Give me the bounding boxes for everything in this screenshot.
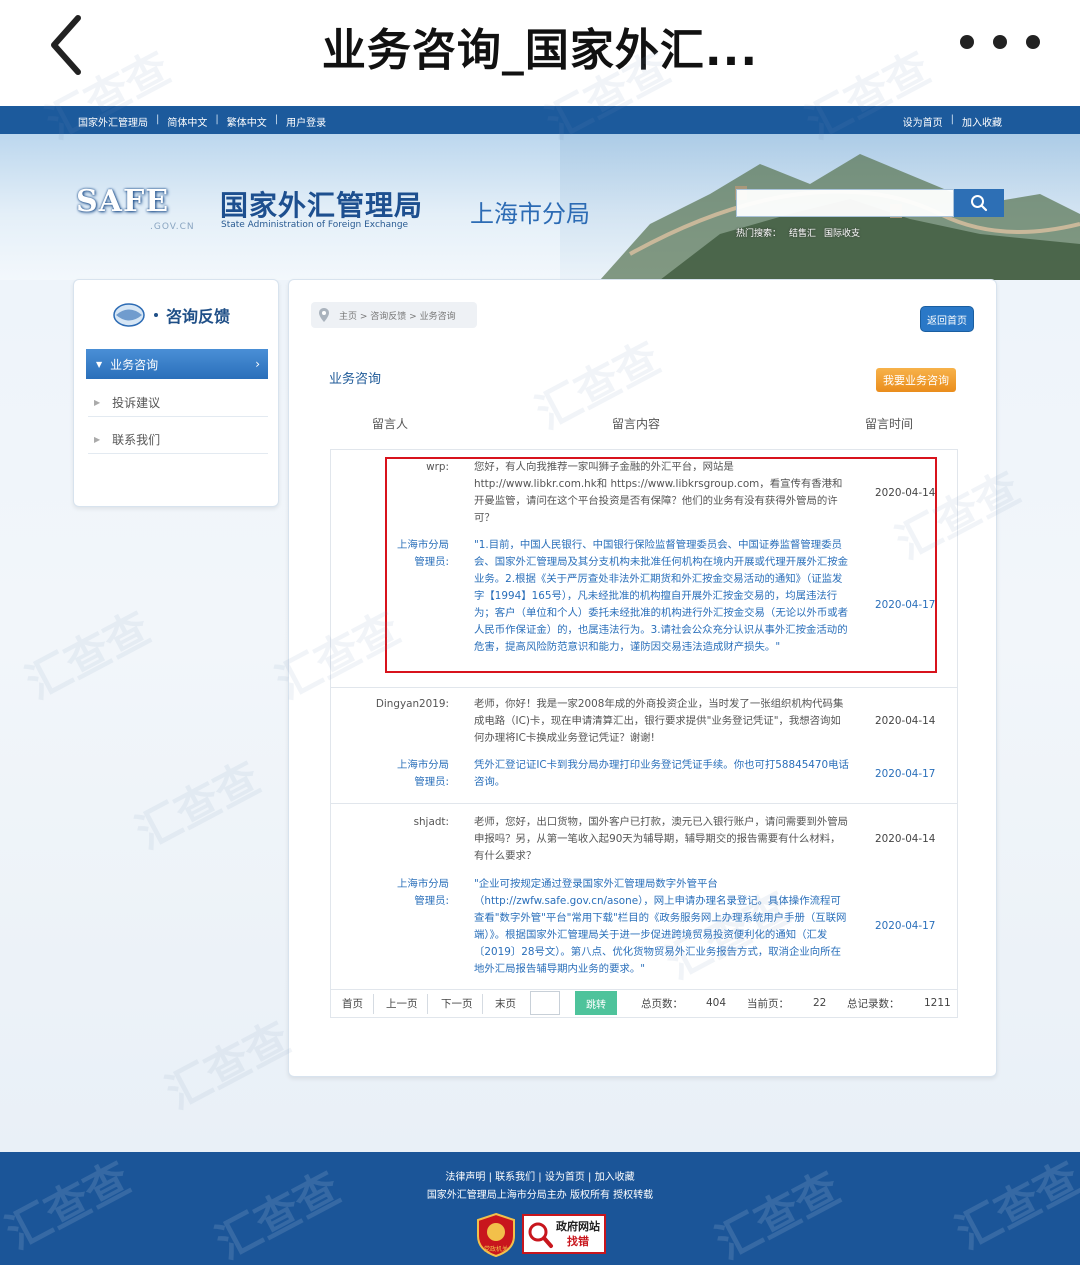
sidebar-item-consult[interactable]: ▼ 业务咨询 › [86, 349, 268, 379]
breadcrumb-home[interactable]: 主页 [339, 312, 357, 322]
message-question: 老师，你好！我是一家2008年成的外商投资企业，当时发了一张组织机构代码集成电路… [474, 698, 844, 744]
site-topbar: 国家外汇管理局 | 简体中文 | 繁体中文 | 用户登录 设为首页 | 加入收藏 [0, 106, 1080, 134]
topbar-link-traditional[interactable]: 繁体中文 [227, 114, 267, 129]
message-question: 您好，有人向我推荐一家叫狮子金融的外汇平台，网站是http://www.libk… [474, 461, 843, 524]
pager-first-button[interactable]: 首页 [342, 990, 363, 1016]
sidebar-item-contact[interactable]: ▶ 联系我们 [88, 426, 268, 454]
org-name: 国家外汇管理局 [220, 189, 424, 222]
message-admin: 上海市分局管理员: [397, 539, 449, 568]
more-menu-button[interactable] [960, 30, 1040, 54]
page-number-input[interactable] [530, 991, 560, 1015]
page-title: 业务咨询_国家外汇... [321, 25, 759, 76]
branch-name: 上海市分局 [470, 200, 590, 228]
column-header-content: 留言内容 [612, 417, 661, 431]
hot-link-bop[interactable]: 国际收支 [824, 226, 860, 239]
search-button[interactable] [954, 189, 1004, 217]
current-page-value: 22 [813, 997, 827, 1009]
footer-link-bookmark[interactable]: 加入收藏 [595, 1172, 635, 1183]
party-gov-badge-icon[interactable]: 党政机关 [474, 1212, 518, 1258]
dot-icon [154, 313, 158, 317]
message-time: 2020-04-14 [875, 487, 936, 499]
site-banner: SAFE .GOV.CN 国家外汇管理局 State Administratio… [0, 134, 1080, 280]
dot-icon [1026, 35, 1040, 49]
footer-copyright: 国家外汇管理局上海市分局主办 版权所有 授权转载 [426, 1190, 654, 1201]
search-field [736, 189, 954, 217]
answer-time: 2020-04-17 [875, 768, 936, 780]
pager-last-button[interactable]: 末页 [495, 990, 516, 1016]
caret-down-icon: ▼ [96, 359, 103, 369]
pagination: 首页 上一页 下一页 末页 跳转 总页数： 404 当前页： 22 总记录数： … [331, 989, 957, 1017]
message-admin: 上海市分局管理员: [397, 759, 449, 788]
chevron-left-icon [51, 15, 81, 75]
sidebar-item-complaint[interactable]: ▶ 投诉建议 [88, 389, 268, 417]
location-pin-icon [319, 308, 329, 322]
topbar-link-set-home[interactable]: 设为首页 [903, 114, 943, 129]
caret-right-icon: ▶ [94, 435, 101, 444]
pager-next-button[interactable]: 下一页 [441, 990, 473, 1016]
dot-icon [993, 35, 1007, 49]
safe-emblem-icon [113, 303, 145, 327]
list-item: Dingyan2019: 老师，你好！我是一家2008年成的外商投资企业，当时发… [331, 687, 957, 803]
footer-links: 法律声明 | 联系我们 | 设为首页 | 加入收藏 [445, 1172, 635, 1183]
hot-link-fx-settlement[interactable]: 结售汇 [789, 226, 816, 239]
message-time: 2020-04-14 [875, 833, 936, 845]
current-page-label: 当前页： [747, 997, 789, 1010]
message-answer: "1.目前，中国人民银行、中国银行保险监督管理委员会、中国证券监督管理委员会、国… [474, 539, 849, 653]
answer-time: 2020-04-17 [875, 599, 936, 611]
org-name-en: State Administration of Foreign Exchange [221, 220, 409, 230]
sidebar: 咨询反馈 ▼ 业务咨询 › ▶ 投诉建议 ▶ 联系我们 [73, 279, 279, 507]
topbar-link-bookmark[interactable]: 加入收藏 [962, 114, 1002, 129]
svg-text:党政机关: 党政机关 [484, 1245, 508, 1253]
list-item: shjadt: 老师，您好，出口货物，国外客户已打款，澳元已入银行账户，请问需要… [331, 803, 957, 990]
search-input[interactable] [737, 190, 953, 216]
message-admin: 上海市分局管理员: [397, 878, 449, 907]
total-records-label: 总记录数： [847, 997, 900, 1010]
message-list: wrp: 您好，有人向我推荐一家叫狮子金融的外汇平台，网站是http://www… [330, 449, 958, 1018]
back-home-button[interactable]: 返回首页 [920, 306, 974, 332]
total-pages-label: 总页数： [641, 997, 683, 1010]
magnifier-icon [528, 1222, 553, 1248]
message-time: 2020-04-14 [875, 715, 936, 727]
footer-link-contact[interactable]: 联系我们 [495, 1172, 535, 1183]
breadcrumb: 主页 > 咨询反馈 > 业务咨询 [311, 302, 477, 328]
pager-prev-button[interactable]: 上一页 [386, 990, 418, 1016]
topbar-link-safe[interactable]: 国家外汇管理局 [78, 114, 148, 129]
section-title: 业务咨询 [329, 372, 382, 387]
list-item: wrp: 您好，有人向我推荐一家叫狮子金融的外汇平台，网站是http://www… [331, 450, 957, 687]
sidebar-header: 咨询反馈 [112, 302, 230, 328]
footer-link-set-home[interactable]: 设为首页 [545, 1172, 585, 1183]
mobile-header: 业务咨询_国家外汇... [0, 0, 1080, 106]
total-records-value: 1211 [924, 997, 951, 1009]
back-button[interactable] [40, 10, 100, 80]
breadcrumb-current: 业务咨询 [419, 311, 456, 322]
message-user: shjadt: [413, 816, 449, 828]
message-user: Dingyan2019: [375, 698, 449, 710]
message-answer: "企业可按规定通过登录国家外汇管理局数字外管平台（http://zwfw.saf… [474, 878, 847, 975]
breadcrumb-feedback[interactable]: 咨询反馈 [370, 312, 406, 322]
pager-go-button[interactable]: 跳转 [575, 991, 617, 1015]
safe-logo: SAFE .GOV.CN [76, 184, 195, 232]
main-panel: 主页 > 咨询反馈 > 业务咨询 返回首页 业务咨询 我要业务咨询 留言人 留言… [288, 279, 997, 1077]
hot-search: 热门搜索： 结售汇 国际收支 [736, 226, 860, 239]
site-footer: 法律声明 | 联系我们 | 设为首页 | 加入收藏 国家外汇管理局上海市分局主办… [0, 1152, 1080, 1265]
topbar-link-simplified[interactable]: 简体中文 [167, 114, 207, 129]
total-pages-value: 404 [706, 997, 727, 1009]
gov-site-error-report-badge[interactable]: 政府网站 找错 [522, 1214, 606, 1254]
search-icon [971, 195, 988, 212]
message-user: wrp: [426, 461, 449, 473]
column-header-time: 留言时间 [865, 417, 914, 431]
column-header-user: 留言人 [372, 417, 409, 431]
chevron-right-icon: › [255, 357, 260, 371]
message-question: 老师，您好，出口货物，国外客户已打款，澳元已入银行账户，请问需要到外管局申报吗？… [474, 816, 849, 862]
dot-icon [960, 35, 974, 49]
footer-link-legal[interactable]: 法律声明 [445, 1172, 485, 1183]
message-answer: 凭外汇登记证IC卡到我分局办理打印业务登记凭证手续。你也可打58845470电话… [474, 759, 849, 788]
answer-time: 2020-04-17 [875, 920, 936, 932]
caret-right-icon: ▶ [94, 398, 101, 407]
topbar-link-login[interactable]: 用户登录 [286, 114, 326, 129]
ask-question-button[interactable]: 我要业务咨询 [876, 368, 956, 392]
